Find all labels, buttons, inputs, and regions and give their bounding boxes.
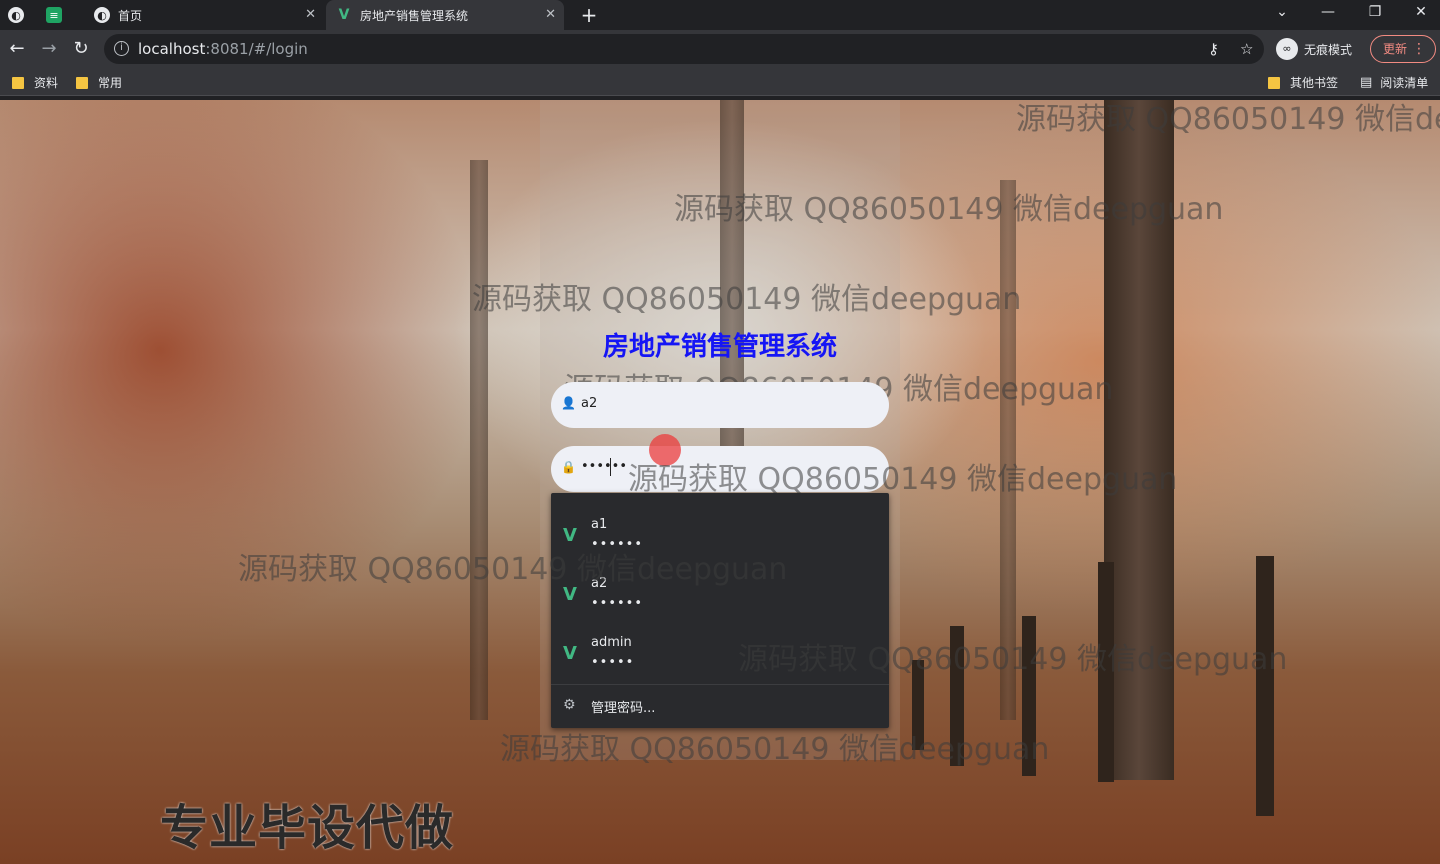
reading-list[interactable]: ▤ 阅读清单 <box>1360 74 1428 91</box>
info-icon[interactable]: i <box>114 41 129 56</box>
bookmark-folder[interactable]: 常用 <box>76 74 122 91</box>
pinned-tab[interactable]: ≡ <box>46 0 82 30</box>
login-page: 源码获取 QQ86050149 微信deepguan 源码获取 QQ860501… <box>0 100 1440 864</box>
globe-icon: ◐ <box>8 7 24 23</box>
reading-list-icon: ▤ <box>1360 75 1373 90</box>
bookmarks-bar: 资料 常用 其他书签 ▤ 阅读清单 <box>0 68 1440 96</box>
background-tree <box>470 160 488 720</box>
tab-search-button[interactable]: ◐ <box>8 0 38 30</box>
star-icon[interactable]: ☆ <box>1240 40 1253 58</box>
autofill-username: admin <box>591 635 632 650</box>
update-label: 更新 <box>1383 42 1408 56</box>
watermark: 源码获取 QQ86050149 微信deepguan <box>472 282 1022 317</box>
url-text: localhost:8081/#/login <box>138 40 308 58</box>
forward-arrow-icon[interactable]: → <box>36 36 62 62</box>
password-autofill-dropdown: V a1 •••••• V a2 •••••• V admin ••••• ⚙ … <box>551 493 889 728</box>
password-value: •••••• <box>581 459 628 474</box>
text-cursor <box>610 458 611 476</box>
browser-toolbar: ← → ↻ i localhost:8081/#/login ⚷ ☆ ∞ 无痕模… <box>0 30 1440 68</box>
fence-post <box>1256 556 1274 816</box>
username-field[interactable]: 👤 a2 <box>551 382 889 428</box>
watermark: 源码获取 QQ86050149 微信deepguan <box>738 642 1288 677</box>
reading-list-label: 阅读清单 <box>1380 76 1429 90</box>
vue-icon: V <box>338 7 350 23</box>
folder-icon <box>76 76 88 89</box>
tab-title: 首页 <box>118 8 143 23</box>
key-icon[interactable]: ⚷ <box>1208 40 1219 58</box>
lock-icon: 🔒 <box>561 460 576 474</box>
tab-login[interactable]: V 房地产销售管理系统 ✕ <box>326 0 564 30</box>
watermark: 源码获取 QQ86050149 微信deepguan <box>238 552 788 587</box>
autofill-password: ••••• <box>591 655 635 670</box>
restore-icon[interactable]: ❐ <box>1363 4 1387 20</box>
incognito-label: 无痕模式 <box>1304 42 1353 57</box>
minimize-icon[interactable]: — <box>1316 4 1340 20</box>
bookmark-label: 资料 <box>34 76 59 90</box>
url-path: :8081/#/login <box>205 40 308 58</box>
watermark: 源码获取 QQ86050149 微信deepguan <box>674 192 1224 227</box>
tab-strip: ◐ ≡ ◐ 首页 ✕ V 房地产销售管理系统 ✕ + ⌄ — ❐ ✕ <box>0 0 1440 30</box>
manage-passwords-item[interactable]: ⚙ 管理密码... <box>551 691 889 721</box>
other-bookmarks[interactable]: 其他书签 <box>1268 74 1338 91</box>
incognito-icon: ∞ <box>1276 38 1298 60</box>
tab-close-icon[interactable]: ✕ <box>545 7 556 22</box>
tab-title: 房地产销售管理系统 <box>360 8 469 23</box>
watermark: 源码获取 QQ86050149 微信de <box>1016 102 1440 137</box>
menu-dots-icon: ⋮ <box>1412 41 1426 57</box>
watermark: 源码获取 QQ86050149 微信deepguan <box>500 732 1050 767</box>
new-tab-button[interactable]: + <box>578 3 600 27</box>
promo-caption: 专业毕设代做 <box>160 800 455 856</box>
chevron-down-icon[interactable]: ⌄ <box>1270 4 1294 20</box>
gear-icon: ⚙ <box>563 697 576 713</box>
autofill-password: •••••• <box>591 596 644 611</box>
other-bookmarks-label: 其他书签 <box>1290 76 1339 90</box>
close-icon[interactable]: ✕ <box>1409 4 1433 20</box>
autofill-username: a1 <box>591 517 608 532</box>
username-value: a2 <box>581 396 598 411</box>
divider <box>551 684 889 685</box>
manage-passwords-label: 管理密码... <box>591 701 656 716</box>
user-icon: 👤 <box>561 396 576 410</box>
page-title: 房地产销售管理系统 <box>602 332 837 362</box>
bookmark-folder[interactable]: 资料 <box>12 74 58 91</box>
back-arrow-icon[interactable]: ← <box>4 36 30 62</box>
url-host: localhost <box>138 40 206 58</box>
globe-icon: ◐ <box>94 7 110 23</box>
update-button[interactable]: 更新 ⋮ <box>1370 35 1436 63</box>
reload-icon[interactable]: ↻ <box>68 36 94 62</box>
tab-close-icon[interactable]: ✕ <box>305 7 316 22</box>
watermark: 源码获取 QQ86050149 微信deepguan <box>628 462 1178 497</box>
sheets-icon: ≡ <box>46 7 62 23</box>
folder-icon <box>1268 76 1280 89</box>
vue-icon: V <box>563 643 577 664</box>
bookmark-label: 常用 <box>98 76 123 90</box>
incognito-indicator[interactable]: ∞ 无痕模式 <box>1276 38 1352 60</box>
tab-home[interactable]: ◐ 首页 ✕ <box>86 0 324 30</box>
address-bar[interactable]: i localhost:8081/#/login ⚷ ☆ <box>104 34 1264 64</box>
folder-icon <box>12 76 24 89</box>
vue-icon: V <box>563 525 577 546</box>
